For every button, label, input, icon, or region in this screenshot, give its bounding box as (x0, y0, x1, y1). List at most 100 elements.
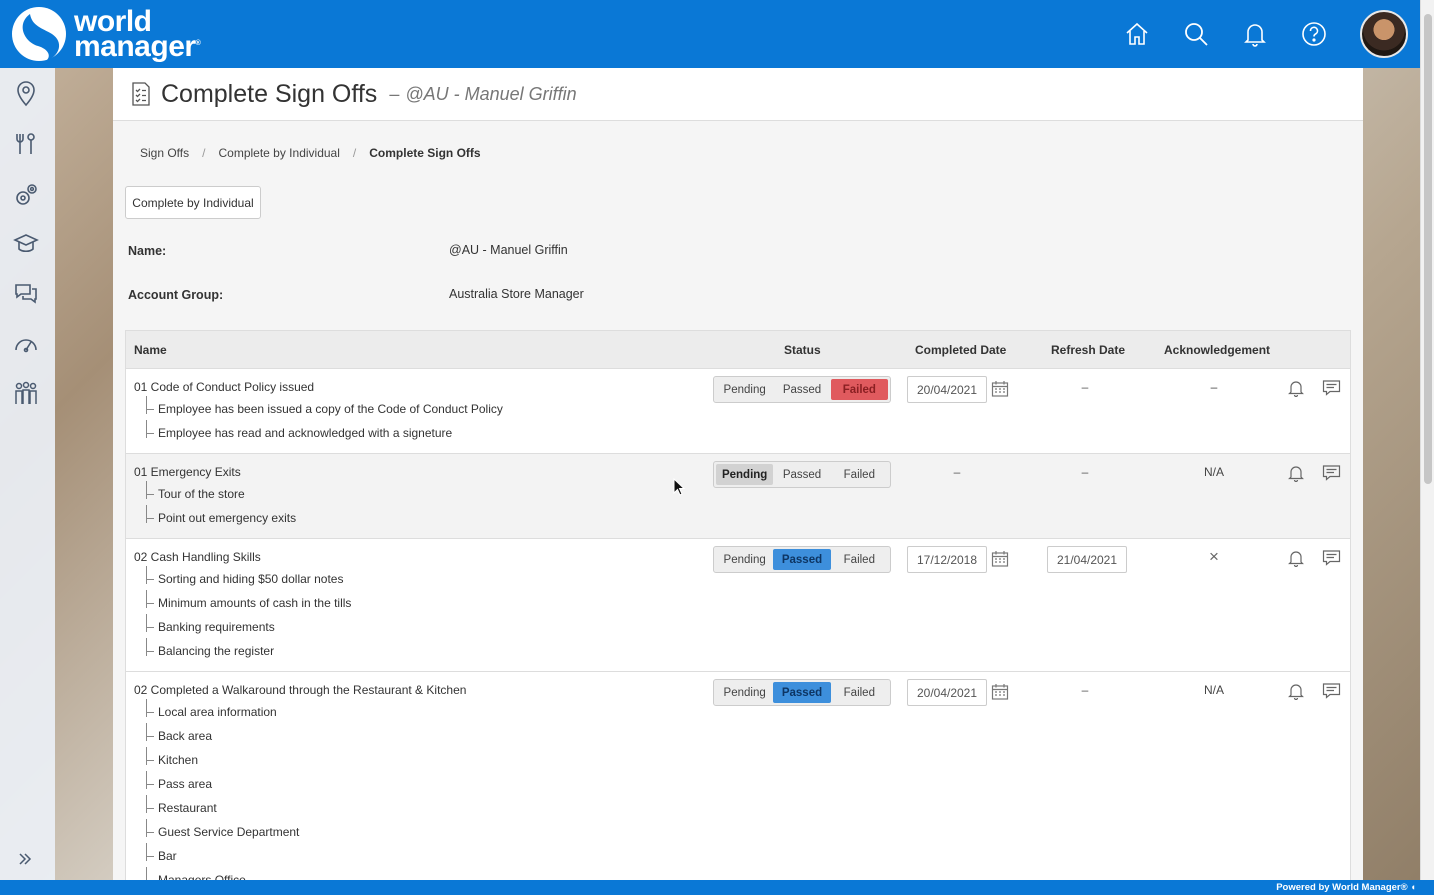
sign-off-title: 02 Cash Handling Skills (134, 550, 261, 564)
refresh-date-empty: – (1081, 465, 1089, 479)
header-completed-date: Completed Date (915, 343, 1007, 357)
search-icon[interactable] (1183, 21, 1209, 47)
sign-off-sub-item: Kitchen (145, 747, 199, 767)
refresh-date-empty: – (1081, 380, 1089, 394)
table-row: 01 Emergency Exits Tour of the store Point… (126, 454, 1350, 539)
status-toggle: Pending Passed Failed (713, 376, 891, 403)
status-pending-button[interactable]: Pending (716, 464, 774, 485)
bell-icon[interactable] (1287, 379, 1305, 398)
powered-by-text: Powered by World Manager® (1276, 882, 1408, 893)
completed-date-input[interactable]: 20/04/2021 (907, 679, 987, 706)
comment-icon[interactable] (1322, 464, 1341, 482)
sign-off-sub-item: Employee has been issued a copy of the C… (146, 396, 503, 416)
status-passed-button[interactable]: Passed (773, 682, 831, 703)
page-subtitle: – @AU - Manuel Griffin (389, 83, 577, 104)
header-status: Status (784, 343, 821, 357)
expand-sidebar-icon[interactable] (16, 850, 34, 868)
footer: Powered by World Manager® ◖ (0, 880, 1434, 895)
refresh-date-empty: – (1081, 683, 1089, 697)
completed-date-empty: – (953, 465, 961, 479)
world-manager-logo[interactable]: world manager® (10, 6, 225, 62)
sign-off-title: 01 Emergency Exits (134, 465, 241, 479)
breadcrumb: Sign Offs / Complete by Individual / Com… (140, 146, 481, 160)
status-pending-button[interactable]: Pending (716, 379, 773, 400)
table-header: Name Status Completed Date Refresh Date … (126, 331, 1350, 369)
name-label: Name: (128, 244, 167, 258)
breadcrumb-complete-by-individual[interactable]: Complete by Individual (218, 146, 339, 160)
acknowledgement-value: N/A (1203, 465, 1224, 479)
status-passed-button[interactable]: Passed (773, 464, 830, 485)
table-row: 02 Completed a Walkaround through the Re… (126, 672, 1350, 880)
calendar-icon[interactable] (991, 683, 1009, 701)
logo-mark-icon (10, 6, 68, 62)
speedometer-icon[interactable] (12, 330, 40, 358)
sign-off-sub-item: Point out emergency exits (145, 505, 297, 525)
user-avatar[interactable] (1360, 10, 1408, 58)
acknowledgement-value: × (1209, 547, 1219, 566)
status-failed-button[interactable]: Failed (831, 682, 888, 703)
acknowledgement-value: – (1210, 380, 1218, 394)
acknowledgement-value: N/A (1203, 683, 1224, 697)
status-toggle: Pending Passed Failed (713, 679, 891, 706)
top-icons (1124, 0, 1420, 68)
status-toggle: Pending Passed Failed (713, 461, 891, 488)
status-passed-button[interactable]: Passed (773, 549, 831, 570)
table-row: 01 Code of Conduct Policy issued Employee… (126, 369, 1350, 454)
sign-off-sub-item: Pass area (145, 771, 213, 791)
status-pending-button[interactable]: Pending (716, 682, 773, 703)
scroll-thumb[interactable] (1424, 14, 1432, 484)
bell-icon[interactable] (1242, 21, 1268, 47)
home-icon[interactable] (1124, 21, 1150, 47)
status-failed-button[interactable]: Failed (831, 549, 888, 570)
account-group-label: Account Group: (128, 288, 224, 302)
learning-icon[interactable] (12, 230, 40, 258)
completed-date-input[interactable]: 20/04/2021 (907, 376, 987, 403)
status-failed-button[interactable]: Failed (831, 464, 888, 485)
header-name: Name (134, 343, 167, 357)
status-toggle: Pending Passed Failed (713, 546, 891, 573)
breadcrumb-separator: / (202, 146, 206, 160)
comment-icon[interactable] (1322, 549, 1341, 567)
sign-off-sub-item: Bar (146, 843, 177, 863)
sign-off-sub-item: Local area information (146, 699, 277, 719)
map-pin-icon[interactable] (12, 80, 40, 108)
breadcrumb-sign-offs[interactable]: Sign Offs (140, 146, 189, 160)
status-pending-button[interactable]: Pending (716, 549, 773, 570)
sign-off-sub-item: Managers Office (146, 867, 246, 880)
breadcrumb-separator: / (352, 146, 357, 160)
gears-icon[interactable] (12, 181, 40, 209)
complete-by-individual-button[interactable]: Complete by Individual (125, 186, 261, 219)
people-icon[interactable] (12, 379, 40, 407)
page-title: Complete Sign Offs (161, 79, 378, 108)
sign-off-sub-item: Banking requirements (146, 614, 275, 634)
tools-icon[interactable] (12, 130, 40, 158)
logo-text-manager: manager® (74, 29, 201, 63)
sign-off-title: 02 Completed a Walkaround through the Re… (134, 683, 467, 697)
bell-icon[interactable] (1287, 682, 1305, 701)
bell-icon[interactable] (1287, 464, 1305, 483)
header-acknowledgement: Acknowledgement (1164, 343, 1271, 357)
calendar-icon[interactable] (991, 550, 1009, 568)
comment-icon[interactable] (1322, 379, 1341, 397)
main-panel: Complete Sign Offs – @AU - Manuel Griffin… (113, 68, 1363, 880)
bell-icon[interactable] (1287, 549, 1305, 568)
sign-off-sub-item: Employee has read and acknowledged with … (145, 420, 453, 440)
comment-icon[interactable] (1322, 682, 1341, 700)
sign-off-title: 01 Code of Conduct Policy issued (134, 380, 315, 394)
breadcrumb-current: Complete Sign Offs (369, 146, 481, 160)
checklist-document-icon (131, 82, 151, 106)
refresh-date-input[interactable]: 21/04/2021 (1047, 546, 1127, 573)
header-refresh-date: Refresh Date (1051, 343, 1126, 357)
completed-date-input[interactable]: 17/12/2018 (907, 546, 987, 573)
sign-offs-table: Name Status Completed Date Refresh Date … (125, 330, 1351, 880)
chat-icon[interactable] (12, 279, 40, 307)
top-bar: world manager® (0, 0, 1420, 68)
help-icon[interactable] (1301, 21, 1327, 47)
status-failed-button[interactable]: Failed (830, 379, 888, 400)
account-group-value: Australia Store Manager (449, 287, 584, 301)
calendar-icon[interactable] (991, 380, 1009, 398)
page-scrollbar[interactable] (1420, 0, 1434, 880)
status-passed-button[interactable]: Passed (773, 379, 830, 400)
sign-off-sub-item: Back area (145, 723, 213, 743)
name-value: @AU - Manuel Griffin (449, 243, 568, 257)
